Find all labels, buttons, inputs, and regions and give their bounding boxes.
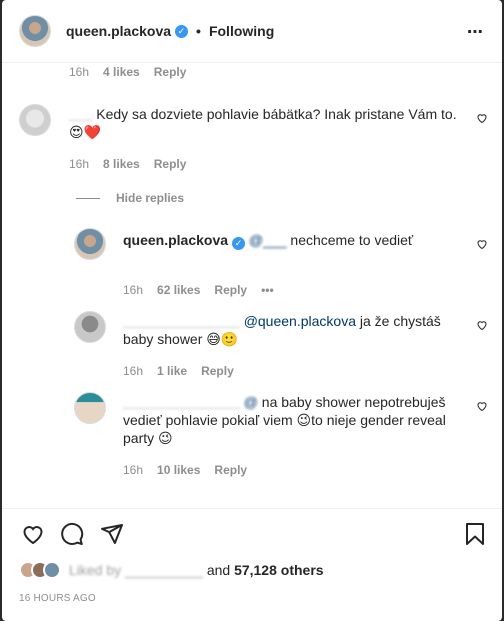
- reply-username[interactable]: queen.plackova: [123, 232, 228, 248]
- like-comment-heart-icon[interactable]: [476, 400, 488, 412]
- verified-icon: ✓: [232, 237, 246, 250]
- mention-link[interactable]: @queen.plackova: [244, 313, 356, 329]
- post-header: queen.plackova ✓ • Following ⋯: [2, 0, 502, 63]
- comment-time: 16h: [69, 65, 90, 79]
- post-author-username[interactable]: queen.plackova: [66, 23, 171, 39]
- comment-likes[interactable]: 8 likes: [103, 157, 140, 171]
- reply-button[interactable]: Reply: [214, 283, 247, 297]
- reply-meta: 16h 62 likes Reply •••: [123, 283, 288, 297]
- reply-button[interactable]: Reply: [154, 65, 187, 79]
- comment-meta: 16h 4 likes Reply: [69, 65, 200, 79]
- liker-avatar: [43, 561, 61, 579]
- avatar[interactable]: [74, 311, 106, 343]
- like-comment-heart-icon[interactable]: [476, 112, 488, 124]
- reply-button[interactable]: Reply: [154, 157, 187, 171]
- liked-by-label: Liked by: [69, 562, 122, 578]
- bookmark-icon[interactable]: [464, 522, 486, 546]
- avatar[interactable]: [19, 15, 51, 47]
- verified-icon: ✓: [175, 24, 189, 38]
- comment-text: ___ Kedy sa dozviete pohlavie bábätka? I…: [69, 105, 459, 141]
- comment-icon[interactable]: [60, 522, 84, 546]
- reply-time: 16h: [123, 463, 144, 477]
- comment-options-icon[interactable]: •••: [261, 283, 274, 297]
- separator-dot: •: [196, 23, 201, 39]
- post-timestamp: 16 HOURS AGO: [19, 593, 96, 604]
- comment-meta: 16h 8 likes Reply: [69, 157, 200, 171]
- post-panel: queen.plackova ✓ • Following ⋯ 16h 4 lik…: [2, 0, 502, 621]
- mention-link[interactable]: @___: [249, 232, 287, 248]
- reply-meta: 16h 10 likes Reply: [123, 463, 261, 477]
- hide-replies-button[interactable]: Hide replies: [76, 191, 184, 205]
- comment-username[interactable]: ___: [69, 106, 92, 122]
- reply-meta: 16h 1 like Reply: [123, 364, 248, 378]
- reply-button[interactable]: Reply: [214, 463, 247, 477]
- reply-username[interactable]: _______________: [123, 394, 240, 410]
- likes-summary: Liked by __________ and 57,128 others: [19, 561, 324, 579]
- hide-replies-label: Hide replies: [116, 191, 185, 205]
- comment-emoji: 😍❤️: [69, 124, 102, 140]
- following-button[interactable]: Following: [209, 23, 274, 39]
- reply-text: _______________ @queen.plackova ja že ch…: [123, 312, 463, 348]
- reply-likes[interactable]: 10 likes: [157, 463, 200, 477]
- reply-time: 16h: [123, 283, 144, 297]
- likes-count[interactable]: 57,128 others: [234, 562, 324, 578]
- comment-likes[interactable]: 4 likes: [103, 65, 140, 79]
- reply-likes[interactable]: 62 likes: [157, 283, 200, 297]
- reply-time: 16h: [123, 364, 144, 378]
- reply-emoji: 😉: [296, 412, 312, 428]
- comment-body: Kedy sa dozviete pohlavie bábätka? Inak …: [96, 106, 457, 122]
- mention-link[interactable]: @: [244, 394, 258, 410]
- comment-time: 16h: [69, 157, 90, 171]
- share-icon[interactable]: [100, 522, 124, 546]
- reply-emoji: 😅🙂: [206, 331, 239, 347]
- likes-text: Liked by __________ and 57,128 others: [69, 562, 324, 578]
- post-action-bar: [2, 508, 502, 558]
- likes-and: and: [206, 562, 231, 578]
- liker-username[interactable]: __________: [125, 562, 203, 578]
- avatar[interactable]: [74, 228, 106, 260]
- more-options-icon[interactable]: ⋯: [467, 22, 484, 42]
- reply-body: nechceme to vedieť: [290, 232, 414, 248]
- reply-text: queen.plackova ✓ @___ nechceme to vedieť: [123, 231, 463, 250]
- divider-line: [76, 197, 100, 199]
- reply-likes[interactable]: 1 like: [157, 364, 187, 378]
- heart-icon[interactable]: [20, 522, 46, 546]
- avatar[interactable]: [19, 104, 51, 136]
- like-comment-heart-icon[interactable]: [476, 238, 488, 250]
- like-comment-heart-icon[interactable]: [476, 319, 488, 331]
- reply-button[interactable]: Reply: [201, 364, 234, 378]
- reply-username[interactable]: _______________: [123, 313, 240, 329]
- avatar[interactable]: [74, 392, 106, 424]
- reply-text: _______________ @ na baby shower nepotre…: [123, 393, 468, 447]
- reply-emoji: 😉: [158, 430, 173, 446]
